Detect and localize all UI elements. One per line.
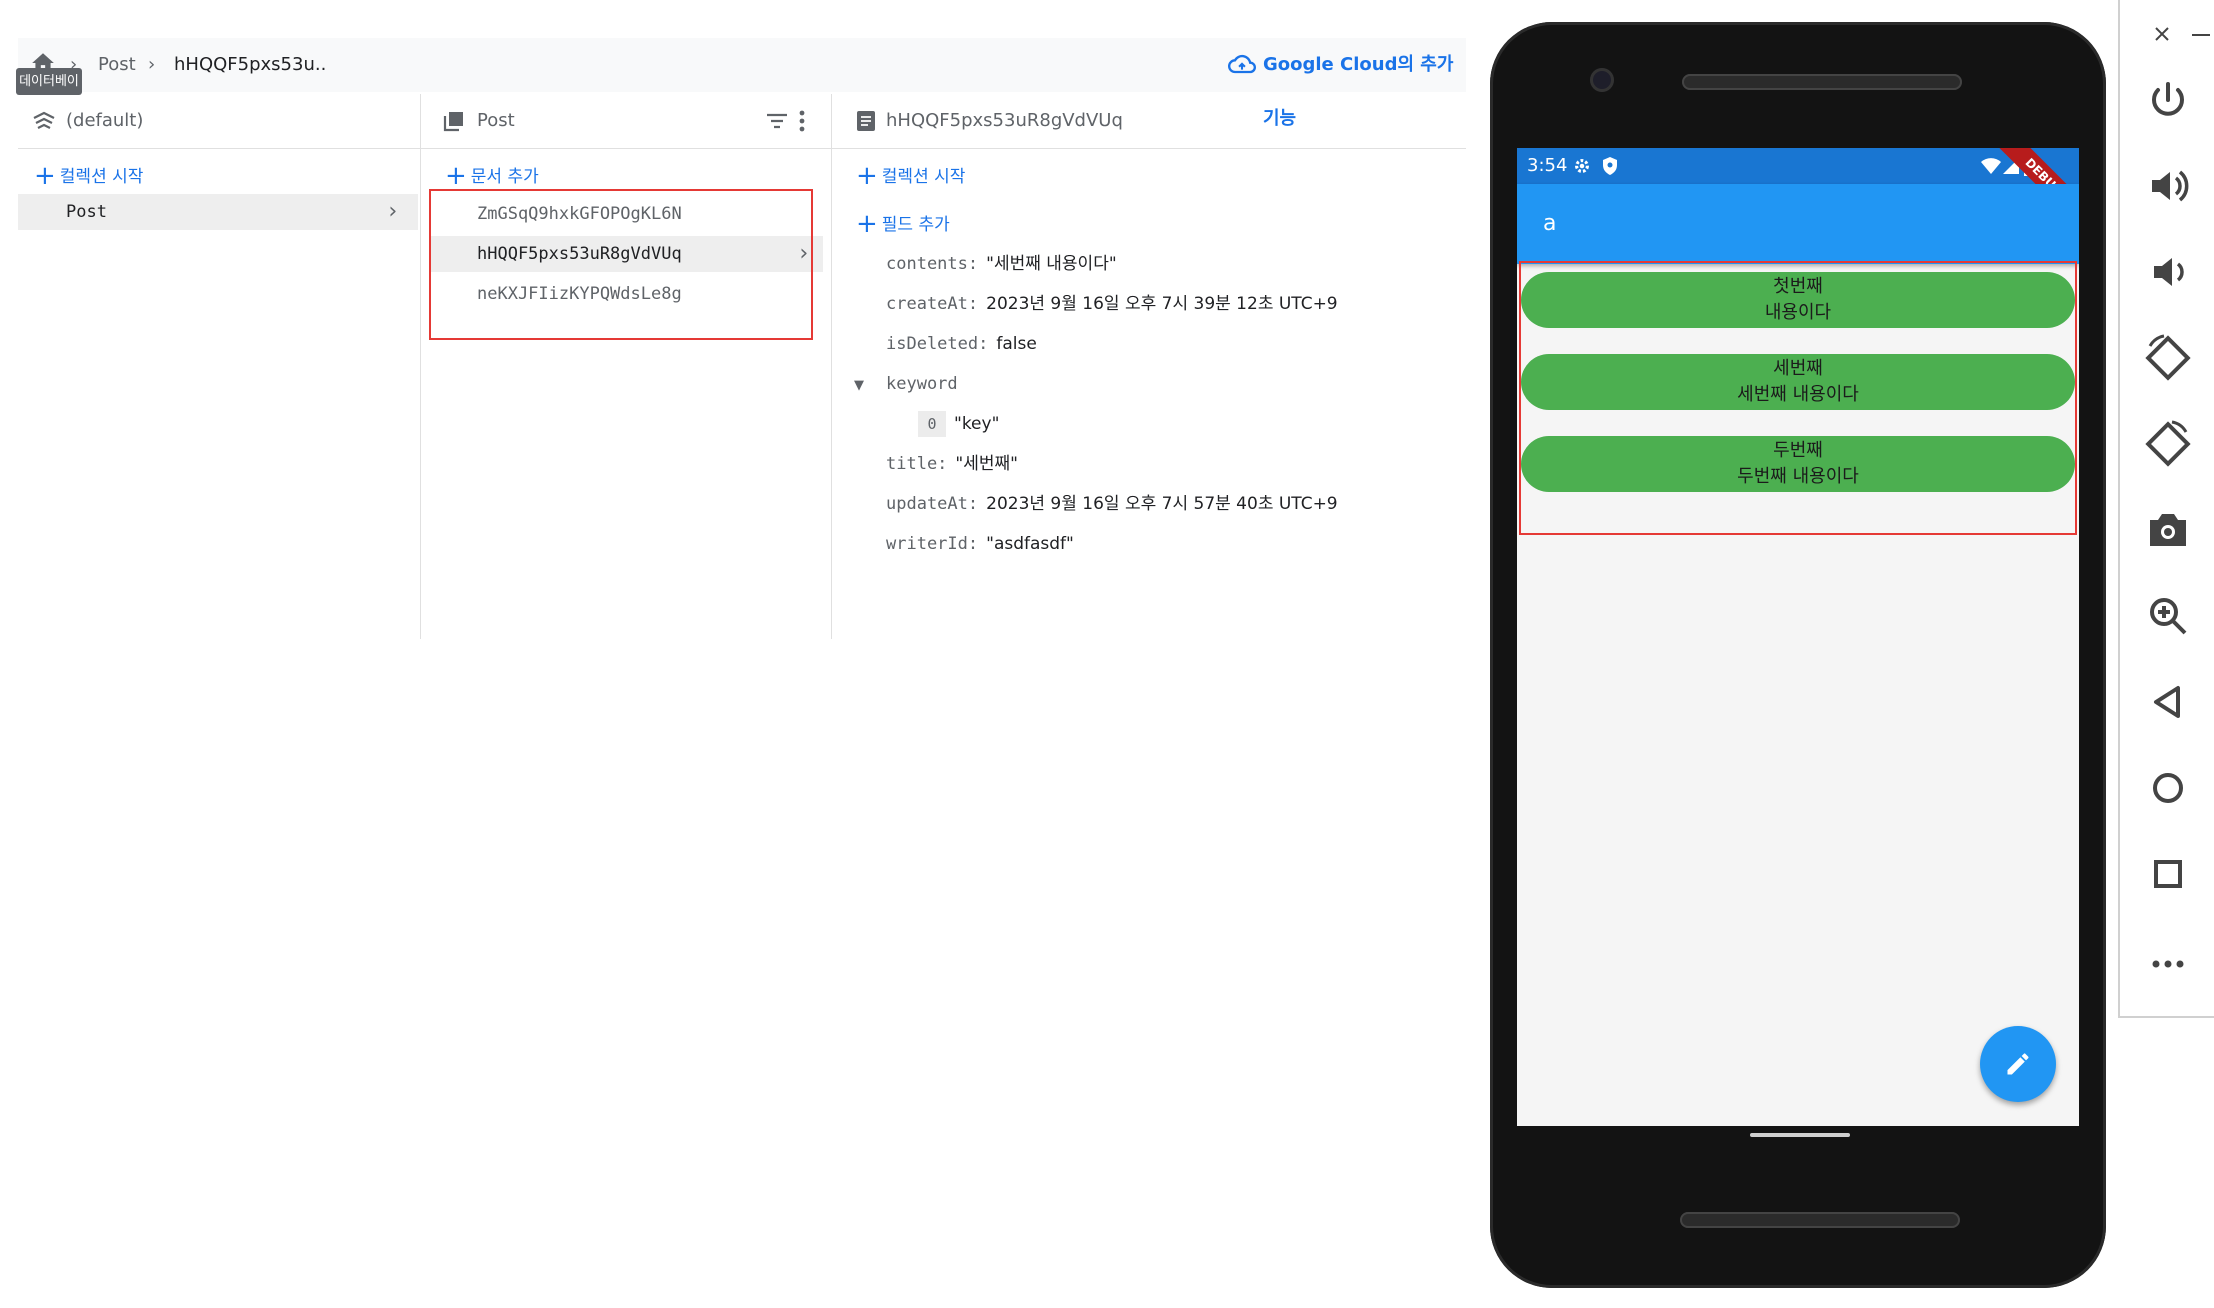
- highlight-box: [429, 189, 813, 340]
- volume-up-icon[interactable]: [2140, 158, 2196, 214]
- array-index: 0: [918, 411, 946, 437]
- field-value: 2023년 9월 16일 오후 7시 57분 40초 UTC+9: [986, 494, 1338, 514]
- document-icon: [857, 111, 875, 131]
- back-icon[interactable]: [2140, 674, 2196, 730]
- shield-icon: [1603, 157, 1617, 175]
- field-row-keyword[interactable]: ▼ keyword: [854, 365, 958, 403]
- minimize-icon[interactable]: [2192, 33, 2210, 37]
- status-time: 3:54: [1527, 155, 1568, 176]
- collection-icon: [443, 112, 463, 132]
- field-row[interactable]: contents: "세번째 내용이다": [886, 245, 1117, 283]
- field-row[interactable]: isDeleted: false: [886, 325, 1037, 363]
- nav-handle[interactable]: [1750, 1133, 1850, 1137]
- emulator-toolbar: [2118, 0, 2214, 1018]
- database-column: (default) + 컬렉션 시작 Post ›: [18, 94, 421, 639]
- field-key: isDeleted:: [886, 334, 989, 354]
- close-icon[interactable]: [2154, 26, 2170, 42]
- cloud-icon[interactable]: [1228, 53, 1256, 77]
- bottom-speaker: [1680, 1212, 1960, 1228]
- database-icon: [33, 111, 55, 129]
- field-key: title:: [886, 454, 948, 474]
- chevron-right-icon: ›: [148, 54, 156, 75]
- add-field-button[interactable]: + 필드 추가: [856, 204, 950, 240]
- status-bar: 3:54 DEBUG: [1517, 148, 2079, 238]
- field-row[interactable]: writerId: "asdfasdf": [886, 525, 1074, 563]
- action-label: 필드 추가: [881, 215, 950, 235]
- add-document-button[interactable]: + 문서 추가: [445, 156, 539, 192]
- field-key: updateAt:: [886, 494, 979, 514]
- more-icon[interactable]: [2140, 932, 2196, 988]
- action-label: 문서 추가: [470, 167, 539, 187]
- firestore-console: › Post › hHQQF5pxs53u.. Google Cloud의 추가…: [0, 0, 1470, 640]
- collection-item-post[interactable]: Post ›: [18, 194, 418, 230]
- caret-down-icon[interactable]: ▼: [854, 367, 886, 405]
- field-row[interactable]: title: "세번째": [886, 445, 1018, 483]
- phone-screen: 3:54 DEBUG a 첫번째 내용이다 세번째 세번째 내용이다 두번째 두…: [1517, 148, 2079, 1126]
- list-item-label: Post: [66, 202, 107, 222]
- settings-icon: [1575, 159, 1589, 173]
- column-title: (default): [66, 110, 144, 131]
- app-title: a: [1543, 211, 1557, 236]
- column-title: hHQQF5pxs53uR8gVdVUq: [886, 110, 1123, 131]
- post-collection-column: Post + 문서 추가 ZmGSqQ9hxkGFOPOgKL6N hHQQF5p…: [421, 94, 832, 639]
- array-item[interactable]: 0 "key": [918, 405, 999, 443]
- google-cloud-link[interactable]: Google Cloud의 추가 기능: [1263, 38, 1466, 129]
- field-value: "세번째": [955, 454, 1018, 474]
- app-bar: a: [1517, 184, 2079, 264]
- home-button-icon[interactable]: [2140, 760, 2196, 816]
- field-value: "asdfasdf": [986, 534, 1074, 554]
- add-icon: +: [445, 161, 467, 191]
- action-label: 컬렉션 시작: [59, 167, 144, 187]
- field-key: writerId:: [886, 534, 979, 554]
- top-speaker: [1682, 74, 1962, 90]
- field-key: createAt:: [886, 294, 979, 314]
- start-collection-button[interactable]: + 컬렉션 시작: [856, 156, 965, 192]
- field-row[interactable]: createAt: 2023년 9월 16일 오후 7시 39분 12초 UTC+…: [886, 285, 1338, 323]
- field-value: false: [996, 334, 1037, 354]
- volume-down-icon[interactable]: [2140, 244, 2196, 300]
- overview-icon[interactable]: [2140, 846, 2196, 902]
- add-icon: +: [34, 161, 56, 191]
- more-vert-icon[interactable]: [797, 109, 807, 133]
- column-header: Post: [421, 94, 831, 149]
- field-value: "세번째 내용이다": [986, 254, 1117, 274]
- field-row[interactable]: updateAt: 2023년 9월 16일 오후 7시 57분 40초 UTC+…: [886, 485, 1338, 523]
- breadcrumb-document[interactable]: hHQQF5pxs53u..: [174, 38, 326, 92]
- rotate-left-icon[interactable]: [2140, 330, 2196, 386]
- column-header: (default): [18, 94, 420, 149]
- document-column: hHQQF5pxs53uR8gVdVUq + 컬렉션 시작 + 필드 추가 cont…: [832, 94, 1466, 639]
- column-title: Post: [477, 110, 515, 131]
- wifi-icon: [1981, 158, 2001, 174]
- field-value: "key": [954, 414, 1000, 434]
- write-fab-button[interactable]: [1980, 1026, 2056, 1102]
- pencil-icon: [2007, 1053, 2029, 1075]
- field-key: keyword: [886, 374, 958, 394]
- add-icon: +: [856, 161, 878, 191]
- add-icon: +: [856, 209, 878, 239]
- front-camera: [1590, 68, 1614, 92]
- camera-icon[interactable]: [2140, 502, 2196, 558]
- start-collection-button[interactable]: + 컬렉션 시작: [34, 156, 143, 192]
- rotate-right-icon[interactable]: [2140, 416, 2196, 472]
- breadcrumb-post[interactable]: Post: [98, 38, 136, 92]
- action-label: 컬렉션 시작: [881, 167, 966, 187]
- power-icon[interactable]: [2140, 72, 2196, 128]
- column-header: hHQQF5pxs53uR8gVdVUq: [832, 94, 1466, 149]
- field-value: 2023년 9월 16일 오후 7시 39분 12초 UTC+9: [986, 294, 1338, 314]
- field-key: contents:: [886, 254, 979, 274]
- zoom-icon[interactable]: [2140, 588, 2196, 644]
- chevron-right-icon: ›: [386, 199, 400, 224]
- highlight-box: [1519, 261, 2077, 535]
- tooltip: 데이터베이스: [16, 68, 82, 116]
- filter-icon[interactable]: [765, 111, 789, 131]
- breadcrumb: › Post › hHQQF5pxs53u.. Google Cloud의 추가…: [18, 38, 1466, 129]
